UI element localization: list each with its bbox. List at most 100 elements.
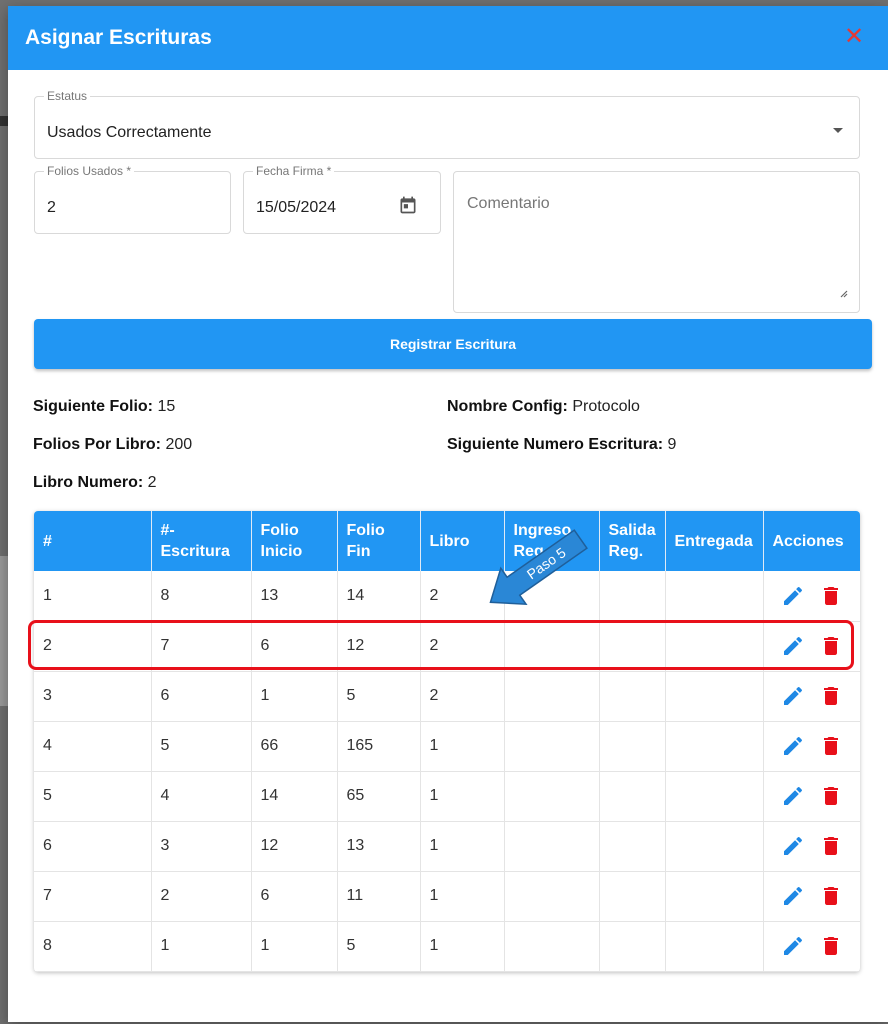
table-cell: 6 bbox=[34, 821, 152, 872]
step-arrow-annotation: Paso 5 bbox=[489, 529, 588, 606]
actions-cell bbox=[763, 921, 860, 972]
actions-cell bbox=[763, 721, 860, 772]
table-cell bbox=[504, 871, 600, 922]
table-cell bbox=[599, 771, 666, 822]
comment-textarea[interactable]: Comentario bbox=[453, 171, 860, 313]
dialog-title: Asignar Escrituras bbox=[25, 26, 212, 49]
delete-icon[interactable] bbox=[819, 884, 843, 908]
table-cell: 2 bbox=[34, 621, 152, 672]
table-cell: 7 bbox=[151, 621, 252, 672]
table-cell: 6 bbox=[251, 871, 338, 922]
table-cell: 5 bbox=[337, 671, 421, 722]
table-cell: 3 bbox=[34, 671, 152, 722]
table-cell bbox=[599, 721, 666, 772]
resize-handle-icon[interactable] bbox=[838, 288, 848, 298]
config-name-info: Nombre Config: Protocolo bbox=[447, 398, 640, 416]
actions-cell bbox=[763, 821, 860, 872]
edit-icon[interactable] bbox=[781, 784, 805, 808]
table-row[interactable]: 5 4 14 65 1 bbox=[34, 771, 860, 822]
delete-icon[interactable] bbox=[819, 934, 843, 958]
actions-cell bbox=[763, 771, 860, 822]
column-header: Salida Reg. bbox=[599, 511, 666, 571]
table-cell bbox=[599, 821, 666, 872]
table-cell: 2 bbox=[420, 621, 505, 672]
folios-used-field[interactable]: Folios Usados * 2 bbox=[34, 165, 231, 234]
table-cell: 5 bbox=[151, 721, 252, 772]
actions-cell bbox=[763, 671, 860, 722]
calendar-icon[interactable] bbox=[398, 194, 418, 216]
table-cell: 5 bbox=[337, 921, 421, 972]
table-header-row: # #- Escritura Folio Inicio Folio Fin Libro I… bbox=[34, 511, 860, 571]
table-row[interactable]: 2 7 6 12 2 bbox=[34, 621, 860, 672]
table-row[interactable]: 81151 bbox=[34, 921, 860, 972]
table-cell bbox=[599, 871, 666, 922]
assign-deeds-dialog: Asignar Escrituras ✕ Estatus Usados Corr… bbox=[8, 6, 888, 1022]
table-cell: 165 bbox=[337, 721, 421, 772]
folios-used-value: 2 bbox=[47, 199, 56, 216]
edit-icon[interactable] bbox=[781, 634, 805, 658]
register-deed-button[interactable]: Registrar Escritura bbox=[34, 319, 872, 369]
column-header: Folio Fin bbox=[337, 511, 421, 571]
actions-cell bbox=[763, 571, 860, 622]
table-cell: 11 bbox=[337, 871, 421, 922]
folios-per-book-value: 200 bbox=[165, 436, 193, 453]
table-cell: 2 bbox=[420, 671, 505, 722]
actions-cell bbox=[763, 871, 860, 922]
delete-icon[interactable] bbox=[819, 784, 843, 808]
folios-per-book-label: Folios Por Libro: bbox=[33, 436, 161, 453]
signature-date-label: Fecha Firma * bbox=[253, 165, 335, 178]
signature-date-field[interactable]: Fecha Firma * 15/05/2024 bbox=[243, 165, 441, 234]
table-cell bbox=[665, 721, 764, 772]
next-deed-number-info: Siguiente Numero Escritura: 9 bbox=[447, 436, 676, 454]
delete-icon[interactable] bbox=[819, 734, 843, 758]
next-deed-number-value: 9 bbox=[667, 436, 677, 453]
folios-used-label: Folios Usados * bbox=[44, 165, 135, 178]
delete-icon[interactable] bbox=[819, 584, 843, 608]
table-cell: 4 bbox=[151, 771, 252, 822]
table-row[interactable]: 6 3 12 13 1 bbox=[34, 821, 860, 872]
table-cell bbox=[665, 571, 764, 622]
table-cell bbox=[599, 921, 666, 972]
edit-icon[interactable] bbox=[781, 884, 805, 908]
table-cell: 1 bbox=[34, 571, 152, 622]
chevron-down-icon[interactable] bbox=[833, 128, 843, 133]
table-cell: 66 bbox=[251, 721, 338, 772]
edit-icon[interactable] bbox=[781, 834, 805, 858]
edit-icon[interactable] bbox=[781, 684, 805, 708]
table-cell: 5 bbox=[34, 771, 152, 822]
close-icon[interactable]: ✕ bbox=[842, 25, 866, 49]
table-row[interactable]: 1 8 13 14 2 bbox=[34, 571, 860, 622]
status-select[interactable]: Estatus Usados Correctamente bbox=[34, 90, 860, 159]
table-cell: 4 bbox=[34, 721, 152, 772]
table-cell bbox=[599, 571, 666, 622]
table-cell bbox=[665, 771, 764, 822]
table-cell: 13 bbox=[251, 571, 338, 622]
comment-placeholder: Comentario bbox=[467, 195, 550, 212]
column-header: # bbox=[34, 511, 152, 571]
delete-icon[interactable] bbox=[819, 634, 843, 658]
delete-icon[interactable] bbox=[819, 684, 843, 708]
table-cell: 6 bbox=[151, 671, 252, 722]
table-cell: 1 bbox=[420, 921, 505, 972]
table-cell bbox=[504, 921, 600, 972]
table-cell bbox=[504, 771, 600, 822]
book-number-value: 2 bbox=[147, 474, 157, 491]
table-cell bbox=[599, 621, 666, 672]
table-cell: 1 bbox=[420, 821, 505, 872]
table-cell: 1 bbox=[420, 771, 505, 822]
table-row[interactable]: 36152 bbox=[34, 671, 860, 722]
column-header: Folio Inicio bbox=[251, 511, 338, 571]
edit-icon[interactable] bbox=[781, 934, 805, 958]
actions-cell bbox=[763, 621, 860, 672]
delete-icon[interactable] bbox=[819, 834, 843, 858]
table-cell bbox=[665, 621, 764, 672]
dialog-header: Asignar Escrituras ✕ bbox=[8, 6, 888, 70]
column-header: Acciones bbox=[763, 511, 860, 571]
table-row[interactable]: 4 5 66 165 1 bbox=[34, 721, 860, 772]
edit-icon[interactable] bbox=[781, 584, 805, 608]
edit-icon[interactable] bbox=[781, 734, 805, 758]
table-row[interactable]: 7 2 6 11 1 bbox=[34, 871, 860, 922]
table-cell bbox=[665, 871, 764, 922]
column-header: Entregada bbox=[665, 511, 764, 571]
config-name-label: Nombre Config: bbox=[447, 398, 568, 415]
